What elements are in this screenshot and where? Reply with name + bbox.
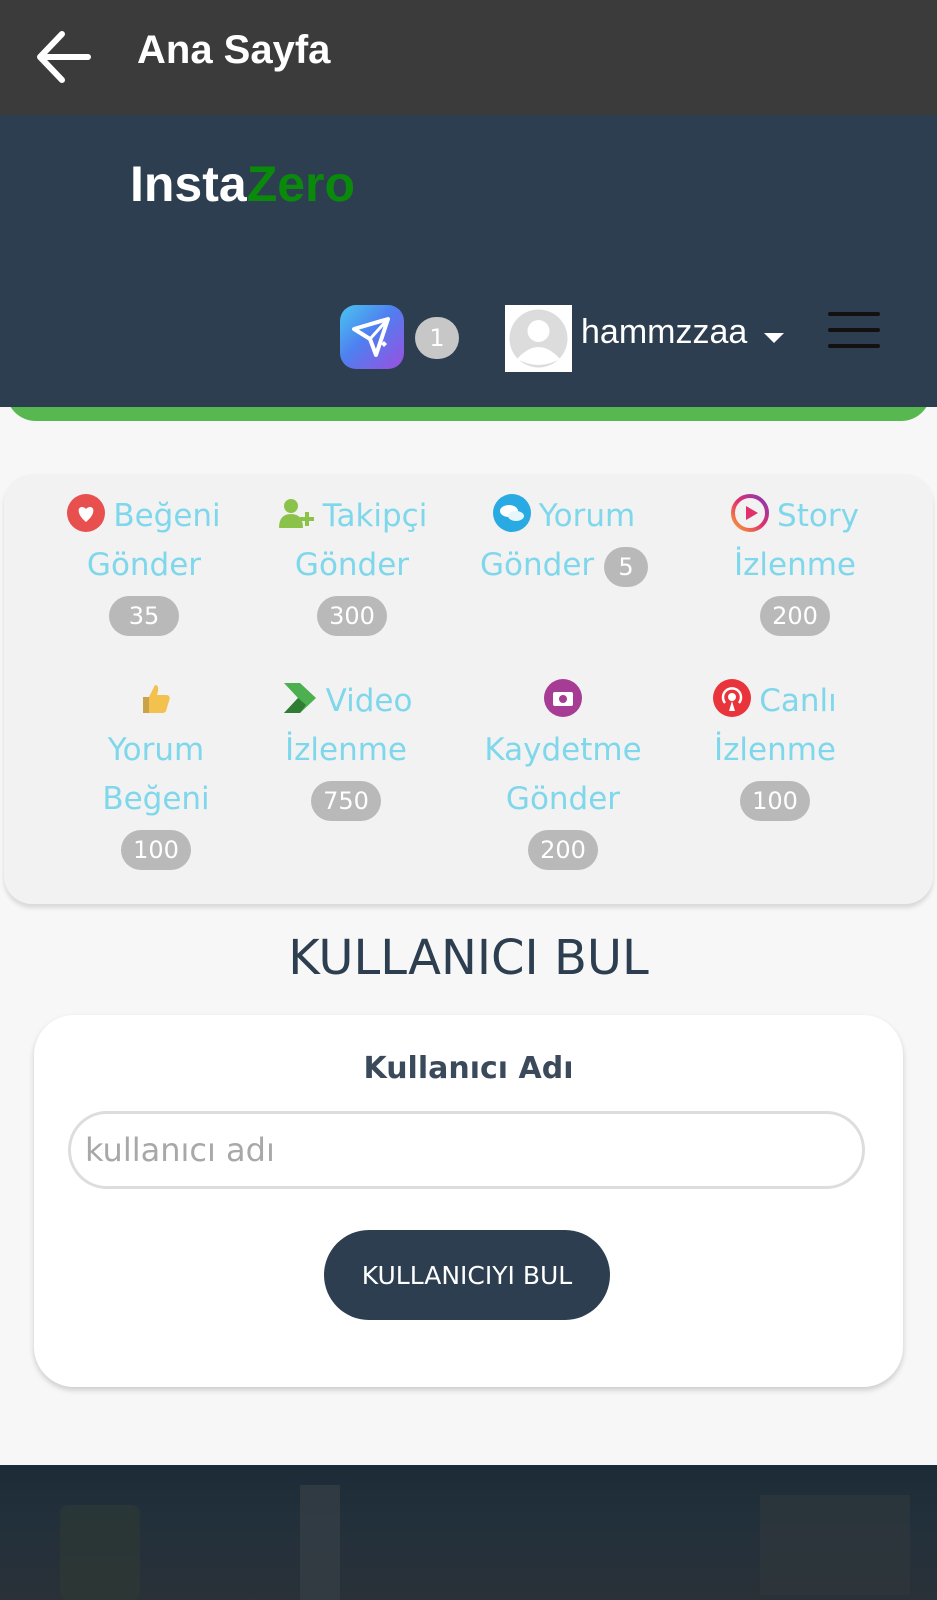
service-line1: Yorum: [107, 732, 205, 768]
site-logo[interactable]: InstaZero: [130, 155, 355, 213]
service-count-badge: 300: [317, 595, 387, 636]
service-line1: Canlı: [759, 683, 837, 719]
service-line2: Gönder: [294, 547, 410, 583]
service-line2: İzlenme: [733, 547, 857, 583]
back-arrow-icon[interactable]: [30, 22, 100, 92]
user-avatar-icon: [505, 305, 572, 372]
find-user-card: Kullanıcı Adı KULLANICIYI BUL: [34, 1015, 903, 1387]
service-line1: Beğeni: [113, 498, 221, 534]
username-label[interactable]: hammzzaa: [581, 313, 747, 352]
site-header: InstaZero 1 hammzzaa: [0, 115, 937, 407]
username-field-label: Kullanıcı Adı: [363, 1051, 574, 1086]
service-line2: Beğeni: [102, 781, 210, 817]
footer-decoration: [300, 1485, 340, 1600]
footer-decoration: [760, 1495, 910, 1595]
service-line1: Kaydetme: [484, 732, 642, 768]
chevron-down-icon[interactable]: [764, 333, 784, 343]
service-count-badge: 750: [311, 780, 381, 821]
direct-message-app-icon[interactable]: [340, 305, 404, 369]
story-play-icon: [731, 494, 770, 532]
service-begeni-gonder[interactable]: Beğeni Gönder 35: [54, 492, 234, 639]
heart-icon: [67, 494, 106, 532]
paper-plane-icon: [352, 317, 390, 357]
service-count-badge: 100: [121, 829, 191, 870]
service-canli-izlenme[interactable]: Canlı İzlenme 100: [670, 677, 880, 824]
service-count-badge: 35: [109, 595, 179, 636]
avatar[interactable]: [505, 305, 572, 372]
app-bar-title: Ana Sayfa: [137, 28, 331, 72]
service-count-badge: 200: [528, 829, 598, 870]
find-user-title: KULLANICI BUL: [288, 930, 649, 986]
service-line1: Takipçi: [322, 498, 428, 534]
thumbs-up-icon: [143, 685, 170, 713]
service-yorum-gonder[interactable]: Yorum Gönder 5: [474, 492, 654, 590]
service-line2: Gönder: [480, 547, 595, 583]
service-line2: İzlenme: [713, 732, 837, 768]
services-panel: Beğeni Gönder 35 Takipçi Gönder 300 Yoru…: [4, 474, 933, 904]
hamburger-menu-icon[interactable]: [828, 312, 880, 352]
user-plus-icon: [278, 499, 314, 528]
logo-text-insta: Insta: [130, 156, 247, 212]
comment-icon: [492, 494, 531, 532]
service-kaydetme-gonder[interactable]: Kaydetme Gönder 200: [458, 677, 668, 873]
service-story-izlenme[interactable]: Story İzlenme 200: [690, 492, 900, 639]
username-input[interactable]: [68, 1111, 865, 1189]
play-arrow-icon: [283, 683, 316, 713]
service-yorum-begeni[interactable]: Yorum Beğeni 100: [66, 677, 246, 873]
notification-badge[interactable]: 1: [415, 317, 459, 359]
service-line1: Video: [325, 683, 413, 719]
live-broadcast-icon: [713, 679, 752, 717]
service-line1: Story: [777, 498, 859, 534]
service-line2: Gönder: [86, 547, 202, 583]
camera-icon: [544, 679, 582, 717]
footer-background: [0, 1465, 937, 1600]
service-line1: Yorum: [538, 498, 636, 534]
service-count-badge: 100: [740, 780, 810, 821]
service-line2: İzlenme: [284, 732, 408, 768]
service-line2: Gönder: [505, 781, 621, 817]
footer-decoration: [60, 1505, 140, 1600]
find-user-button[interactable]: KULLANICIYI BUL: [324, 1230, 610, 1320]
service-count-badge: 5: [604, 546, 648, 587]
service-video-izlenme[interactable]: Video İzlenme 750: [266, 677, 426, 824]
service-takipci-gonder[interactable]: Takipçi Gönder 300: [262, 492, 442, 639]
logo-text-zero: Zero: [246, 156, 356, 212]
service-count-badge: 200: [760, 595, 830, 636]
app-bar: Ana Sayfa: [0, 0, 937, 115]
